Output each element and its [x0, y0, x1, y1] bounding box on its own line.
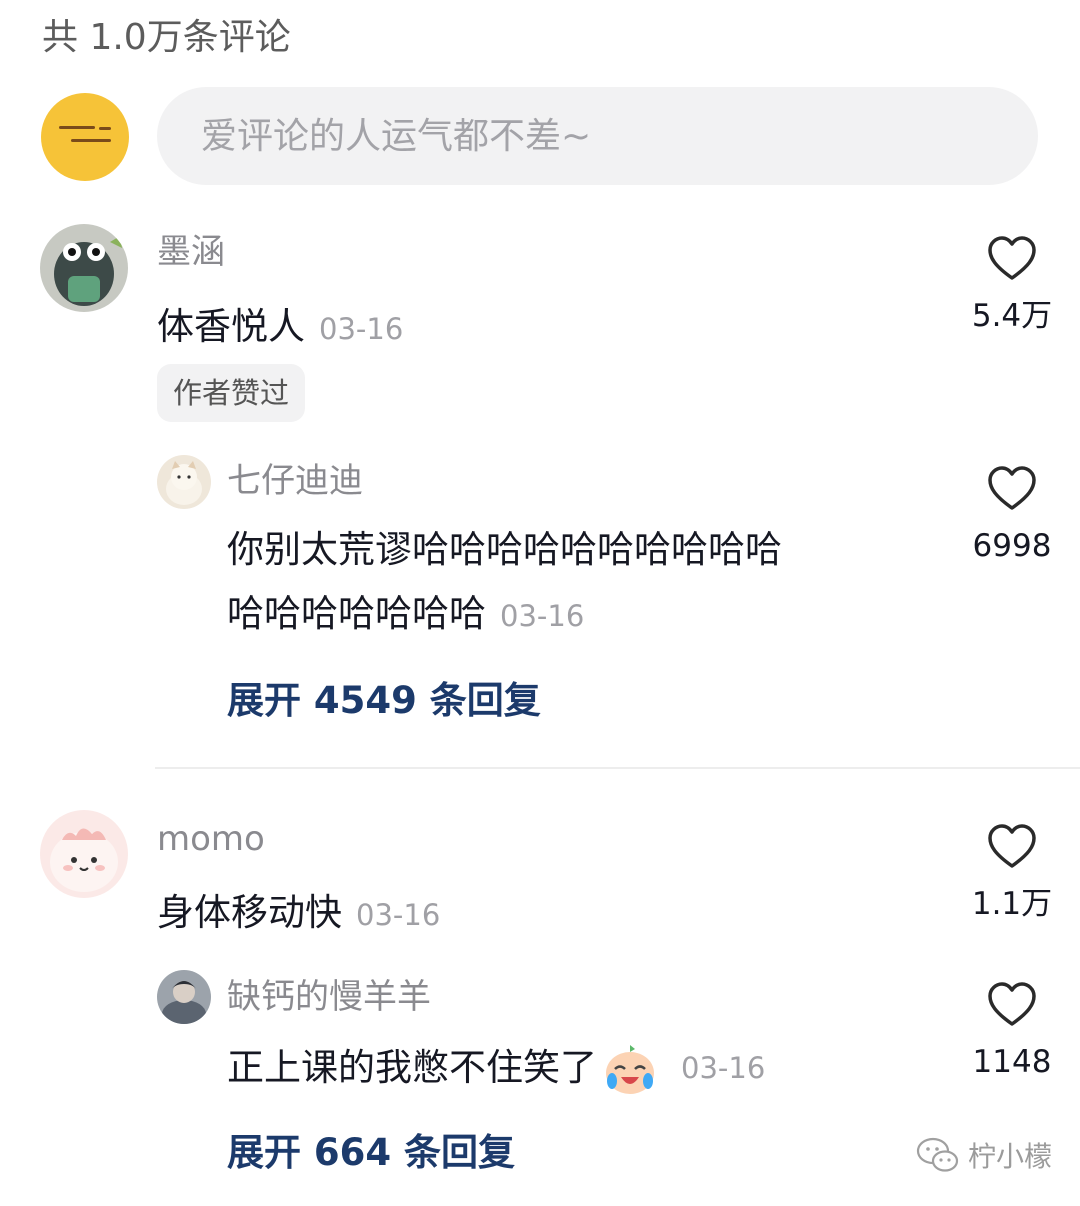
like-count: 5.4万 — [971, 298, 1053, 334]
divider — [155, 767, 1080, 769]
watermark-text: 柠小檬 — [968, 1140, 1053, 1173]
crying-laugh-emoji — [601, 1039, 659, 1097]
heart-outline-icon — [988, 466, 1036, 510]
avatar-qizaididi[interactable] — [157, 455, 211, 509]
comment-user-name[interactable]: 墨涵 — [157, 230, 225, 274]
reply-text-line2: 哈哈哈哈哈哈哈 03-16 — [227, 583, 584, 647]
like-count: 1.1万 — [971, 886, 1053, 922]
comment-input[interactable] — [199, 114, 1038, 158]
reply-user-name[interactable]: 七仔迪迪 — [227, 459, 363, 503]
like-button[interactable]: 6998 — [952, 466, 1072, 566]
reply-body: 正上课的我憋不住笑了 — [227, 1046, 597, 1089]
expand-replies-link[interactable]: 展开 4549 条回复 — [227, 676, 541, 726]
reply-text-line1: 你别太荒谬哈哈哈哈哈哈哈哈哈哈 — [227, 528, 782, 571]
like-button[interactable]: 1148 — [952, 982, 1072, 1082]
comment-body: 身体移动快 — [157, 891, 342, 934]
avatar-mohan[interactable] — [40, 224, 128, 312]
like-button[interactable]: 1.1万 — [952, 824, 1072, 924]
author-liked-badge: 作者赞过 — [157, 364, 306, 422]
like-button[interactable]: 5.4万 — [952, 236, 1072, 336]
avatar-momo[interactable] — [40, 810, 128, 898]
comment-input-box[interactable] — [157, 87, 1038, 185]
heart-outline-icon — [988, 236, 1036, 280]
comment-date: 03-16 — [319, 312, 404, 346]
my-avatar[interactable] — [41, 93, 129, 181]
comment-body: 体香悦人 — [157, 305, 305, 348]
wechat-logo-icon — [916, 1137, 959, 1172]
heart-outline-icon — [988, 824, 1036, 868]
avatar-quegai-manyangyang[interactable] — [157, 970, 211, 1024]
like-count: 1148 — [972, 1044, 1052, 1080]
reply-text: 正上课的我憋不住笑了 03-16 — [227, 1037, 765, 1099]
watermark: 柠小檬 — [916, 1135, 1052, 1175]
reply-date: 03-16 — [681, 1051, 766, 1085]
comment-text: 身体移动快 03-16 — [157, 882, 440, 946]
comment-user-name[interactable]: momo — [157, 817, 265, 861]
comment-text: 体香悦人 03-16 — [157, 296, 403, 360]
expand-replies-link[interactable]: 展开 664 条回复 — [227, 1128, 515, 1178]
like-count: 6998 — [972, 528, 1052, 564]
comment-date: 03-16 — [356, 898, 441, 932]
reply-body: 哈哈哈哈哈哈哈 — [227, 592, 486, 635]
reply-date: 03-16 — [500, 599, 585, 633]
reply-user-name[interactable]: 缺钙的慢羊羊 — [227, 975, 431, 1019]
heart-outline-icon — [988, 982, 1036, 1026]
comment-count: 共 1.0万条评论 — [42, 17, 291, 58]
